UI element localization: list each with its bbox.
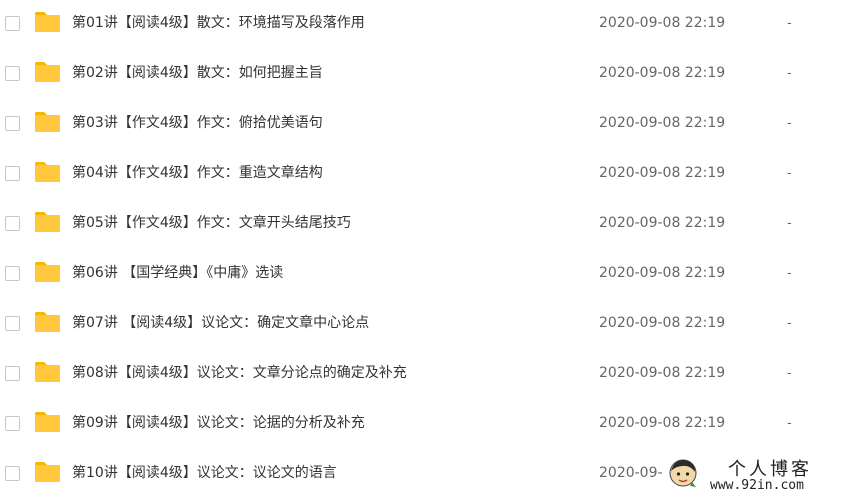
file-name[interactable]: 第05讲【作文4级】作文：文章开头结尾技巧 — [72, 200, 351, 250]
row-checkbox[interactable] — [5, 416, 20, 431]
file-name[interactable]: 第10讲【阅读4级】议论文：议论文的语言 — [72, 450, 337, 498]
file-size: - — [787, 116, 792, 131]
row-checkbox[interactable] — [5, 316, 20, 331]
folder-icon — [34, 461, 61, 483]
row-checkbox[interactable] — [5, 216, 20, 231]
file-list: 第01讲【阅读4级】散文：环境描写及段落作用 2020-09-08 22:19 … — [0, 0, 860, 498]
file-date: 2020-09-08 22:19 — [599, 115, 726, 131]
file-name[interactable]: 第02讲【阅读4级】散文：如何把握主旨 — [72, 50, 323, 100]
file-row[interactable]: 第03讲【作文4级】作文：俯拾优美语句 2020-09-08 22:19 - — [0, 100, 860, 150]
file-date: 2020-09-08 22:19 — [599, 65, 726, 81]
file-row[interactable]: 第01讲【阅读4级】散文：环境描写及段落作用 2020-09-08 22:19 … — [0, 0, 860, 50]
file-date: 2020-09-08 22:19 — [599, 415, 726, 431]
watermark: 个人博客 www.92in.com — [668, 452, 860, 498]
file-date: 2020-09-08 22:19 — [599, 215, 726, 231]
file-name[interactable]: 第01讲【阅读4级】散文：环境描写及段落作用 — [72, 0, 365, 50]
file-size: - — [787, 216, 792, 231]
row-checkbox[interactable] — [5, 266, 20, 281]
file-row[interactable]: 第05讲【作文4级】作文：文章开头结尾技巧 2020-09-08 22:19 - — [0, 200, 860, 250]
file-row[interactable]: 第08讲【阅读4级】议论文：文章分论点的确定及补充 2020-09-08 22:… — [0, 350, 860, 400]
file-date: 2020-09-08 22:19 — [599, 365, 726, 381]
folder-icon — [34, 411, 61, 433]
row-checkbox[interactable] — [5, 466, 20, 481]
file-date: 2020-09- — [599, 465, 663, 481]
file-name[interactable]: 第04讲【作文4级】作文：重造文章结构 — [72, 150, 323, 200]
file-row[interactable]: 第07讲 【阅读4级】议论文：确定文章中心论点 2020-09-08 22:19… — [0, 300, 860, 350]
file-name[interactable]: 第03讲【作文4级】作文：俯拾优美语句 — [72, 100, 323, 150]
folder-icon — [34, 111, 61, 133]
file-date: 2020-09-08 22:19 — [599, 15, 726, 31]
folder-icon — [34, 161, 61, 183]
file-size: - — [787, 316, 792, 331]
file-date: 2020-09-08 22:19 — [599, 165, 726, 181]
file-row[interactable]: 第06讲 【国学经典】《中庸》选读 2020-09-08 22:19 - — [0, 250, 860, 300]
folder-icon — [34, 11, 61, 33]
row-checkbox[interactable] — [5, 16, 20, 31]
file-size: - — [787, 16, 792, 31]
file-date: 2020-09-08 22:19 — [599, 265, 726, 281]
folder-icon — [34, 61, 61, 83]
avatar-icon — [668, 458, 698, 488]
file-size: - — [787, 416, 792, 431]
file-name[interactable]: 第09讲【阅读4级】议论文：论据的分析及补充 — [72, 400, 365, 450]
folder-icon — [34, 261, 61, 283]
file-size: - — [787, 66, 792, 81]
file-row[interactable]: 第09讲【阅读4级】议论文：论据的分析及补充 2020-09-08 22:19 … — [0, 400, 860, 450]
folder-icon — [34, 311, 61, 333]
file-size: - — [787, 266, 792, 281]
row-checkbox[interactable] — [5, 366, 20, 381]
row-checkbox[interactable] — [5, 166, 20, 181]
file-size: - — [787, 166, 792, 181]
watermark-url: www.92in.com — [710, 478, 804, 493]
file-row[interactable]: 第04讲【作文4级】作文：重造文章结构 2020-09-08 22:19 - — [0, 150, 860, 200]
row-checkbox[interactable] — [5, 116, 20, 131]
folder-icon — [34, 211, 61, 233]
folder-icon — [34, 361, 61, 383]
file-row[interactable]: 第02讲【阅读4级】散文：如何把握主旨 2020-09-08 22:19 - — [0, 50, 860, 100]
file-name[interactable]: 第07讲 【阅读4级】议论文：确定文章中心论点 — [72, 300, 369, 350]
file-name[interactable]: 第08讲【阅读4级】议论文：文章分论点的确定及补充 — [72, 350, 407, 400]
file-date: 2020-09-08 22:19 — [599, 315, 726, 331]
file-name[interactable]: 第06讲 【国学经典】《中庸》选读 — [72, 250, 283, 300]
file-size: - — [787, 366, 792, 381]
row-checkbox[interactable] — [5, 66, 20, 81]
